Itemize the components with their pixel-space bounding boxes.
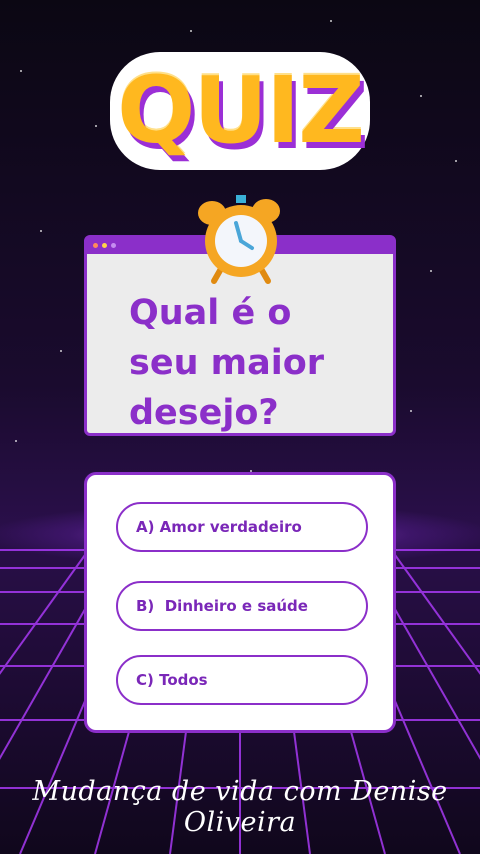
answer-label: B) Dinheiro e saúde bbox=[136, 597, 308, 615]
star bbox=[190, 30, 192, 32]
star bbox=[455, 160, 457, 162]
quiz-logo: QUIZ bbox=[110, 52, 370, 172]
answer-label: A) Amor verdadeiro bbox=[136, 518, 302, 536]
question-text: Qual é o seu maior desejo? bbox=[129, 293, 325, 433]
star bbox=[15, 440, 17, 442]
answer-option-c[interactable]: C) Todos bbox=[116, 655, 368, 705]
window-dot bbox=[102, 243, 107, 248]
answer-option-b[interactable]: B) Dinheiro e saúde bbox=[116, 581, 368, 631]
window-dot bbox=[111, 243, 116, 248]
star bbox=[40, 230, 42, 232]
star bbox=[430, 270, 432, 272]
star bbox=[95, 125, 97, 127]
answer-label: C) Todos bbox=[136, 671, 208, 689]
window-dots-icon bbox=[93, 243, 98, 248]
star bbox=[420, 95, 422, 97]
logo-text: QUIZ bbox=[117, 57, 365, 164]
alarm-clock-icon bbox=[198, 195, 280, 284]
answers-card: A) Amor verdadeiro B) Dinheiro e saúde C… bbox=[84, 472, 396, 733]
star bbox=[410, 410, 412, 412]
star bbox=[330, 20, 332, 22]
author-signature: Mudança de vida com Denise Oliveira bbox=[32, 776, 448, 838]
answer-option-a[interactable]: A) Amor verdadeiro bbox=[116, 502, 368, 552]
star bbox=[20, 70, 22, 72]
star bbox=[60, 350, 62, 352]
